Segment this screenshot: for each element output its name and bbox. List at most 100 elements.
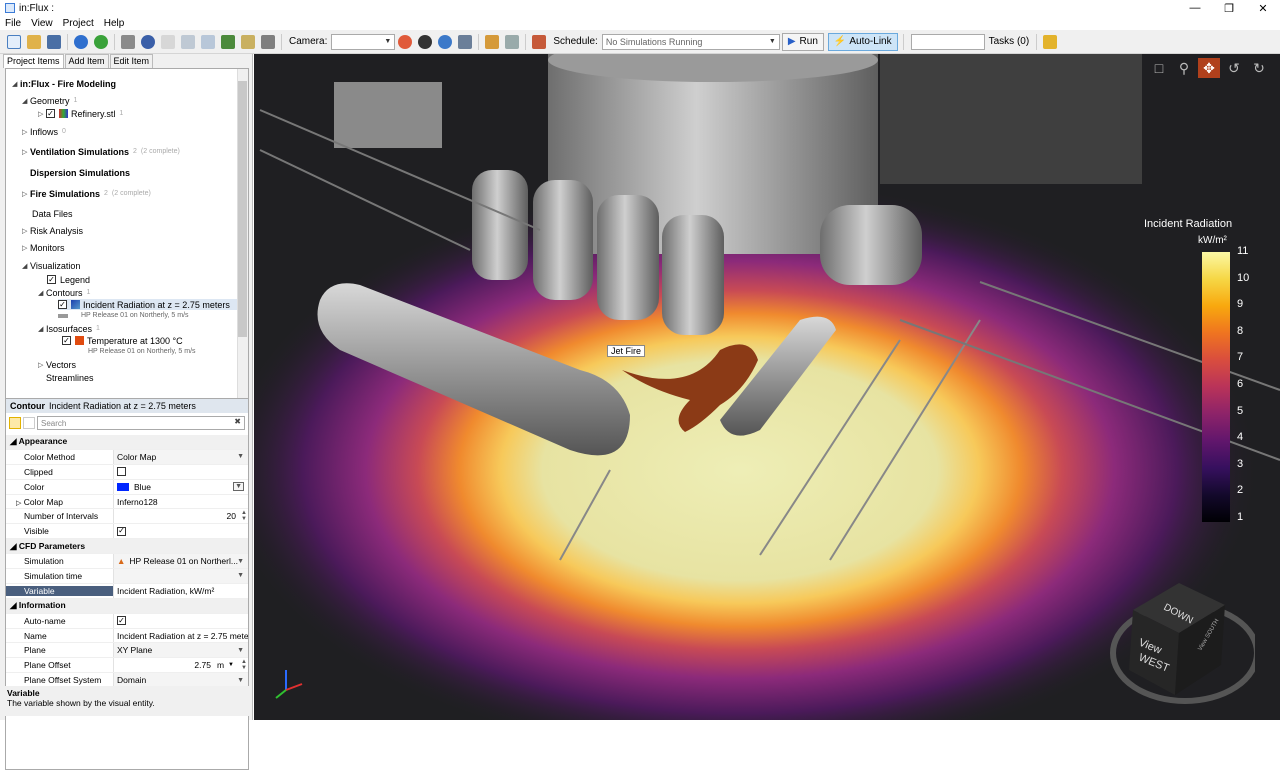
save-icon[interactable] [47,34,61,49]
cloud-icon[interactable] [201,34,215,49]
menu-project[interactable]: Project [58,18,99,29]
prop-clipped[interactable]: Clipped [6,464,248,480]
prop-color[interactable]: Color Blue ▼ [6,479,248,495]
prop-value-dropdown[interactable]: Color Map ▼ [113,449,248,464]
prop-plane-offset[interactable]: Plane Offset 2.75 m ▼ ▲ ▼ [6,658,248,674]
tree-isosurfaces[interactable]: ◢ Isosurfaces 1 [38,323,100,334]
chart-icon[interactable] [221,34,235,49]
chevron-down-icon[interactable]: ▼ [233,482,244,492]
run-button[interactable]: ▶ Run [781,32,824,51]
orbit-icon[interactable]: ↻ [1248,58,1270,78]
move-icon[interactable] [485,34,500,49]
alphabetical-icon[interactable] [23,417,35,429]
fit-view-icon[interactable] [458,34,473,49]
select-pointer-icon[interactable] [505,34,520,49]
tasks-dropdown[interactable]: Tasks (0) [989,36,1030,47]
grid-icon[interactable] [261,34,275,49]
scrollbar-thumb[interactable] [238,81,247,337]
tree-iso-item[interactable]: ✓ Temperature at 1300 °C [62,335,183,346]
menu-view[interactable]: View [26,18,58,29]
prop-intervals[interactable]: Number of Intervals 20 ▲ ▼ [6,509,248,525]
spinner-icon[interactable]: ▲ ▼ [241,659,247,671]
tab-add-item[interactable]: Add Item [64,54,109,68]
prop-value-dropdown[interactable]: ▼ [113,569,248,583]
chevron-down-icon[interactable]: ▼ [228,662,234,668]
open-folder-icon[interactable] [27,34,41,49]
tree-scrollbar[interactable] [237,69,248,445]
tree-dispersion[interactable]: Dispersion Simulations [30,167,130,178]
prop-color-method[interactable]: Color Method Color Map ▼ [6,449,248,465]
tree-geometry[interactable]: ◢ Geometry 1 [22,95,77,106]
tree-datafiles[interactable]: Data Files [32,208,73,219]
prop-value-cell[interactable]: Blue ▼ [113,479,248,494]
tree-streamlines[interactable]: Streamlines [46,372,94,383]
checkbox[interactable]: ✓ [47,275,56,284]
geometry-icon[interactable] [121,34,135,49]
hand-icon[interactable] [181,34,195,49]
clear-search-icon[interactable]: ✖ [234,417,241,426]
category-cfd[interactable]: ◢ CFD Parameters [6,539,248,555]
category-appearance[interactable]: ◢ Appearance [6,435,248,450]
report-icon[interactable] [241,34,255,49]
prop-value-cell[interactable]: Incident Radiation at z = 2.75 meters [113,628,248,643]
prop-value-cell[interactable]: Incident Radiation, kW/m² [113,583,248,598]
restore-icon[interactable]: ❐ [1212,0,1246,16]
new-project-icon[interactable] [7,34,21,49]
line-icon[interactable] [161,34,175,49]
prop-plane[interactable]: Plane XY Plane ▼ [6,643,248,659]
rotate-icon[interactable]: ↺ [1223,58,1245,78]
prop-visible[interactable]: Visible ✓ [6,524,248,540]
categorized-icon[interactable] [9,417,21,429]
zoom-icon[interactable]: ⚲ [1173,58,1195,78]
tab-project-items[interactable]: Project Items [3,54,64,68]
tree-vectors[interactable]: ▷ Vectors [38,359,76,370]
checkbox[interactable]: ✓ [46,109,55,118]
tree-monitors[interactable]: ▷ Monitors [22,242,65,253]
tree-root[interactable]: ◢ in:Flux - Fire Modeling [12,78,116,89]
prop-simulation[interactable]: Simulation ▲ HP Release 01 on Northerl... ▼ [6,554,248,570]
prop-value-dropdown[interactable]: XY Plane ▼ [113,643,248,658]
camera-select[interactable]: ▼ [331,33,396,50]
tree-legend[interactable]: ✓ Legend [47,274,90,285]
checkbox[interactable]: ✓ [62,336,71,345]
prop-value-dropdown[interactable]: ▲ HP Release 01 on Northerl... ▼ [113,554,248,569]
schedule-select[interactable]: No Simulations Running ▼ [601,33,780,50]
checkbox[interactable] [117,467,126,477]
prop-variable[interactable]: Variable Incident Radiation, kW/m² [6,583,248,599]
tree-risk[interactable]: ▷ Risk Analysis [22,225,83,236]
view-cube[interactable]: DOWN View WEST View SOUTH [1105,565,1255,710]
minimize-icon[interactable]: — [1178,0,1212,16]
spinner-icon[interactable]: ▲ ▼ [241,510,247,522]
tree-contour-item[interactable]: ✓ Incident Radiation at z = 2.75 meters [58,299,238,310]
camera-icon[interactable] [418,34,433,49]
menu-file[interactable]: File [0,18,26,29]
prop-value-cell[interactable]: 20 ▲ ▼ [113,509,248,524]
info-icon[interactable] [74,34,88,49]
close-icon[interactable]: ✕ [1246,0,1280,16]
pencil-icon[interactable] [1043,34,1058,49]
prop-name[interactable]: Name Incident Radiation at z = 2.75 meter… [6,628,248,644]
auto-link-button[interactable]: ⚡ Auto-Link [827,32,898,51]
prop-color-map[interactable]: ▷ Color Map Inferno128 [6,494,248,510]
target-icon[interactable] [141,34,155,49]
prop-sim-time[interactable]: Simulation time ▼ [6,569,248,584]
pan-icon[interactable]: ✥ [1198,58,1220,78]
add-item-icon[interactable] [94,34,108,49]
checkbox[interactable]: ✓ [117,616,126,626]
checkbox[interactable]: ✓ [58,300,67,309]
tree-inflows[interactable]: ▷ Inflows 0 [22,126,66,137]
prop-value-cell[interactable]: 2.75 m ▼ ▲ ▼ [113,658,248,673]
menu-help[interactable]: Help [99,18,130,29]
tab-edit-item[interactable]: Edit Item [109,54,154,68]
properties-search-input[interactable]: Search ✖ [37,416,245,430]
tree-contours[interactable]: ◢ Contours 1 [38,287,90,298]
center-view-icon[interactable] [438,34,453,49]
tree-visualization[interactable]: ◢ Visualization [22,260,80,271]
tree-fire[interactable]: ▷ Fire Simulations 2 (2 complete) [22,188,151,199]
category-information[interactable]: ◢ Information [6,598,248,614]
tree-refinery-file[interactable]: ▷ ✓ Refinery.stl 1 [38,108,123,119]
prop-autoname[interactable]: Auto-name ✓ [6,613,248,629]
tree-ventilation[interactable]: ▷ Ventilation Simulations 2 (2 complete) [22,146,180,157]
delete-camera-icon[interactable] [398,34,413,49]
checkbox[interactable]: ✓ [117,526,126,536]
